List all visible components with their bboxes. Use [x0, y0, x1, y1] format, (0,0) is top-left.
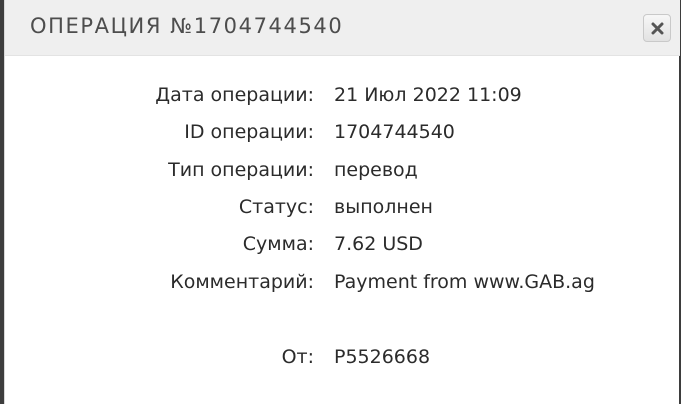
comment-label: Комментарий: — [170, 271, 314, 293]
id-value: 1704744540 — [334, 121, 455, 143]
row-status: Статус: выполнен — [5, 192, 680, 222]
from-value: P5526668 — [334, 346, 431, 368]
status-value: выполнен — [334, 196, 433, 218]
row-id: ID операции: 1704744540 — [5, 117, 680, 147]
row-amount: Сумма: 7.62 USD — [5, 229, 680, 259]
date-label: Дата операции: — [155, 84, 314, 106]
close-button[interactable] — [643, 14, 671, 42]
type-label: Тип операции: — [168, 159, 314, 181]
operation-dialog: ОПЕРАЦИЯ №1704744540 Дата операции: 21 И… — [4, 0, 680, 404]
id-label: ID операции: — [184, 121, 314, 143]
amount-value: 7.62 USD — [334, 233, 423, 255]
type-value: перевод — [334, 159, 418, 181]
comment-value: Payment from www.GAB.ag — [334, 271, 595, 293]
date-value: 21 Июл 2022 11:09 — [334, 84, 522, 106]
dialog-title: ОПЕРАЦИЯ №1704744540 — [30, 14, 344, 38]
close-x-icon — [651, 22, 664, 35]
row-date: Дата операции: 21 Июл 2022 11:09 — [5, 80, 680, 110]
row-from: От: P5526668 — [5, 342, 680, 372]
row-comment: Комментарий: Payment from www.GAB.ag — [5, 267, 680, 297]
status-label: Статус: — [238, 196, 314, 218]
row-type: Тип операции: перевод — [5, 155, 680, 185]
dialog-header: ОПЕРАЦИЯ №1704744540 — [5, 0, 680, 56]
from-label: От: — [281, 346, 314, 368]
amount-label: Сумма: — [242, 233, 314, 255]
